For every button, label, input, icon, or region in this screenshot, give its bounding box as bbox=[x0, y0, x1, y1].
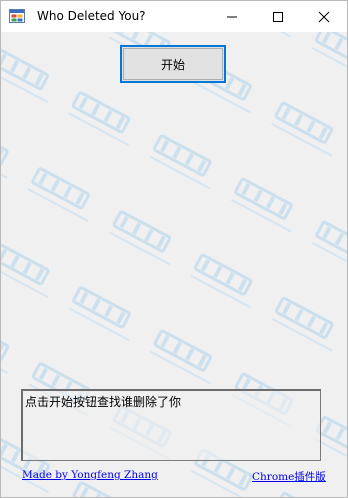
client-area: 开始 点击开始按钮查找谁删除了你 Made by Yongfeng Zhang … bbox=[1, 32, 347, 497]
window-title: Who Deleted You? bbox=[37, 9, 146, 23]
start-button-label: 开始 bbox=[160, 57, 185, 72]
author-link[interactable]: Made by Yongfeng Zhang bbox=[22, 469, 158, 481]
minimize-icon bbox=[227, 16, 237, 17]
close-icon bbox=[318, 11, 330, 22]
title-bar[interactable]: Who Deleted You? bbox=[1, 1, 347, 33]
app-window-icon bbox=[9, 9, 25, 23]
start-button[interactable]: 开始 bbox=[120, 45, 226, 83]
minimize-button[interactable] bbox=[209, 1, 255, 32]
app-window: Who Deleted You? 开始 点击开始按钮查找谁删除了你 Made b… bbox=[0, 0, 348, 498]
output-textbox[interactable]: 点击开始按钮查找谁删除了你 bbox=[21, 389, 321, 461]
maximize-icon bbox=[273, 11, 283, 22]
close-button[interactable] bbox=[301, 1, 347, 32]
maximize-button[interactable] bbox=[255, 1, 301, 32]
chrome-extension-link[interactable]: Chrome插件版 bbox=[252, 469, 326, 484]
